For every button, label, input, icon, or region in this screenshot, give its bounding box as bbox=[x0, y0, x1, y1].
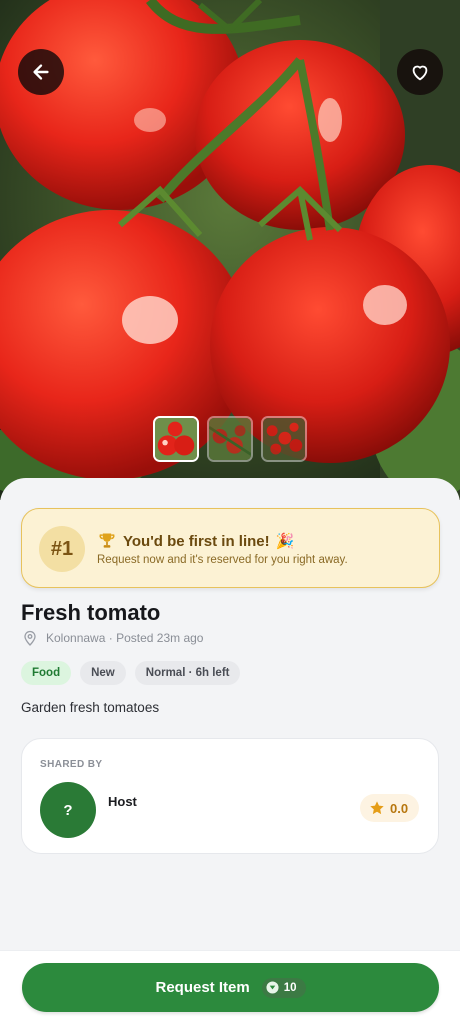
party-popper-icon: 🎉 bbox=[275, 533, 295, 550]
meta-separator: · bbox=[108, 631, 113, 645]
avatar: ? bbox=[40, 782, 96, 838]
host-name: Host bbox=[108, 794, 137, 809]
trophy-icon bbox=[99, 533, 115, 548]
condition-tag: New bbox=[80, 661, 126, 685]
rank-badge: #1 bbox=[39, 526, 85, 572]
thumbnail-3[interactable] bbox=[261, 416, 307, 462]
item-tags: Food New Normal · 6h left bbox=[21, 661, 241, 685]
first-in-line-banner: #1 You'd be first in line! 🎉 Request now… bbox=[21, 508, 440, 588]
thumbnail-2[interactable] bbox=[207, 416, 253, 462]
cost-badge: 10 bbox=[261, 977, 306, 998]
banner-title: You'd be first in line! bbox=[123, 532, 270, 550]
item-description: Garden fresh tomatoes bbox=[21, 700, 160, 715]
favorite-button[interactable] bbox=[397, 49, 443, 95]
banner-subtitle: Request now and it's reserved for you ri… bbox=[97, 554, 348, 566]
details-sheet: #1 You'd be first in line! 🎉 Request now… bbox=[0, 478, 460, 950]
shared-by-label: SHARED BY bbox=[40, 759, 103, 770]
coin-icon bbox=[266, 981, 279, 994]
heart-icon bbox=[412, 65, 428, 81]
request-item-label: Request Item bbox=[155, 979, 250, 996]
star-icon bbox=[370, 801, 384, 815]
category-tag: Food bbox=[21, 661, 72, 685]
item-meta: Kolonnawa · Posted 23m ago bbox=[23, 630, 203, 646]
item-posted-time: Posted 23m ago bbox=[116, 631, 204, 645]
rating-value: 0.0 bbox=[390, 800, 409, 816]
item-title: Fresh tomato bbox=[21, 600, 161, 625]
item-location: Kolonnawa bbox=[46, 631, 106, 645]
arrow-left-icon bbox=[33, 64, 49, 80]
cost-value: 10 bbox=[283, 981, 297, 994]
thumbnail-1[interactable] bbox=[153, 416, 199, 462]
map-pin-icon bbox=[24, 630, 36, 646]
urgency-tag: Normal · 6h left bbox=[134, 661, 241, 685]
request-item-button[interactable]: Request Item 10 bbox=[22, 963, 439, 1012]
image-thumbnails bbox=[153, 416, 307, 462]
bottom-action-bar: Request Item 10 bbox=[0, 950, 460, 1024]
host-card[interactable]: SHARED BY ? Host 0.0 bbox=[21, 738, 439, 854]
host-rating: 0.0 bbox=[360, 794, 420, 822]
back-button[interactable] bbox=[18, 49, 64, 95]
